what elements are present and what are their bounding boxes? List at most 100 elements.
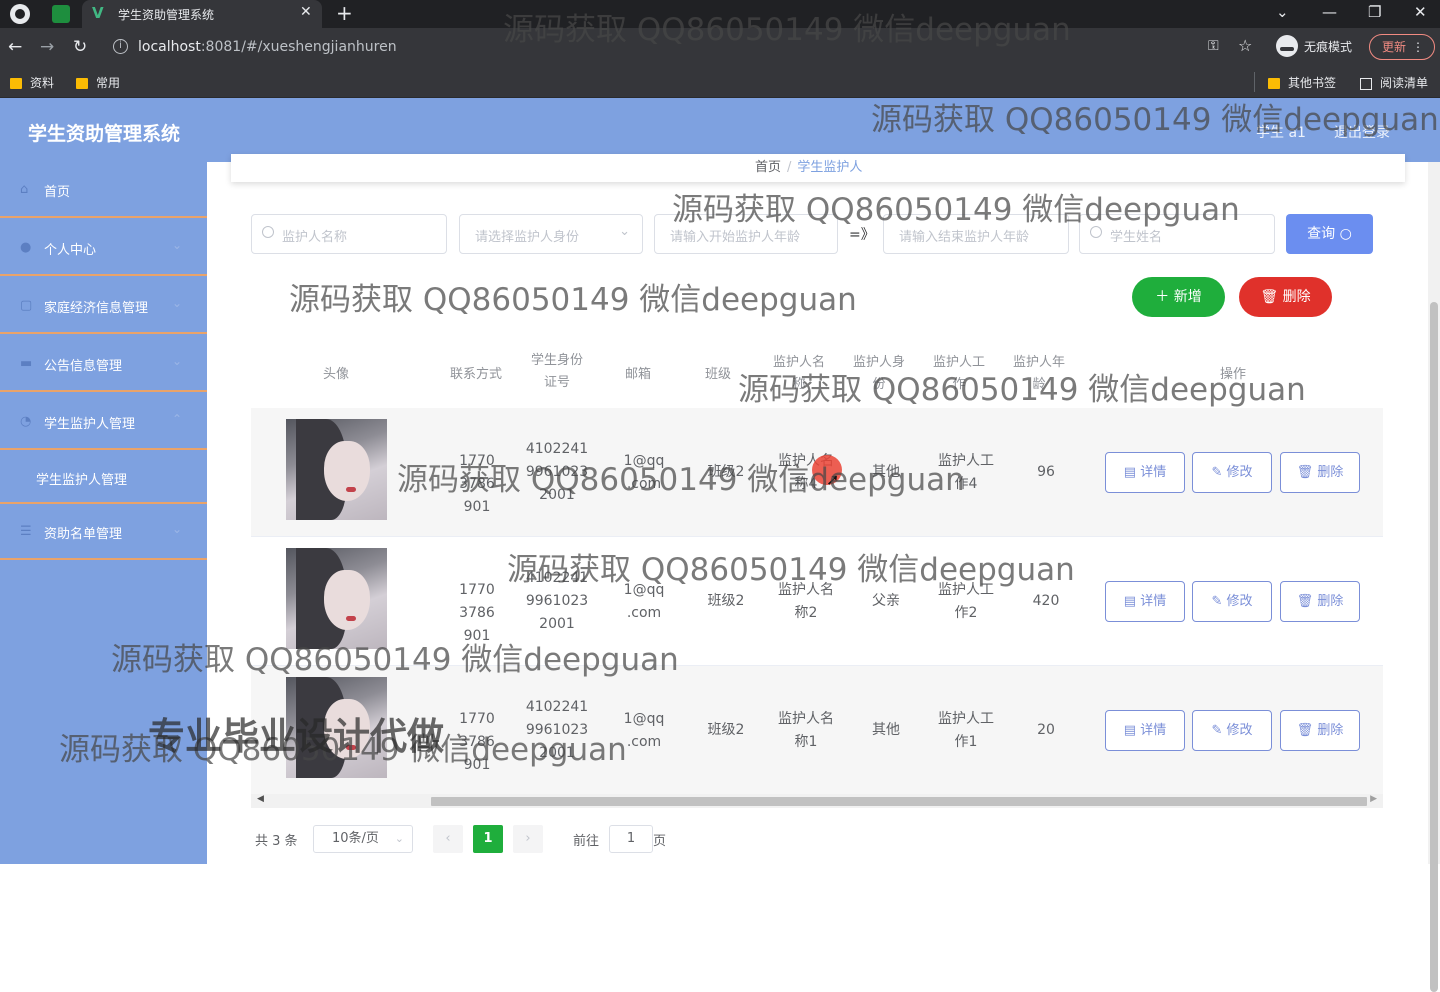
list-icon: ☰ — [20, 524, 32, 539]
add-button[interactable]: ＋ 新增 — [1132, 277, 1225, 317]
edit-button[interactable]: ✎ 修改 — [1192, 710, 1272, 751]
forward-icon[interactable]: → — [40, 37, 54, 57]
sidebar-subitem-guardians[interactable]: 学生监护人管理 — [0, 452, 207, 504]
cell-guardian-identity: 其他 — [872, 722, 900, 738]
chevron-down-icon: ⌄ — [619, 224, 630, 239]
browser-tab[interactable]: V 学生资助管理系统 ✕ — [82, 0, 322, 28]
restore-icon[interactable]: ❐ — [1368, 3, 1381, 21]
sidebar-item-profile[interactable]: ● 个人中心 ⌄ — [0, 220, 207, 276]
edit-button[interactable]: ✎ 修改 — [1192, 581, 1272, 622]
tab-close-icon[interactable]: ✕ — [300, 4, 312, 20]
user-icon: ● — [20, 240, 32, 255]
trash-icon: 🗑 — [1296, 594, 1314, 609]
browser-menu-icon[interactable] — [10, 4, 30, 24]
more-menu-icon[interactable]: ⋮ — [1412, 35, 1424, 59]
url-field[interactable]: localhost:8081/#/xueshengjianhuren — [138, 39, 397, 55]
watermark-stamp: 专业毕业设计代做 — [148, 715, 444, 758]
password-key-icon[interactable]: ⚿ — [1208, 38, 1219, 54]
scrollbar-thumb[interactable] — [431, 797, 1367, 806]
avatar — [286, 419, 387, 520]
minimize-icon[interactable]: — — [1322, 3, 1337, 21]
incognito-indicator[interactable]: 无痕模式 — [1276, 35, 1352, 59]
trash-icon: 🗑 — [1260, 289, 1279, 305]
breadcrumb-separator: / — [787, 160, 792, 175]
next-page-button[interactable]: › — [513, 825, 543, 853]
breadcrumb-current: 学生监护人 — [797, 160, 863, 175]
bookmark-folder-other[interactable]: 其他书签 — [1268, 74, 1336, 91]
reload-icon[interactable]: ↻ — [73, 37, 87, 57]
detail-button[interactable]: ▤ 详情 — [1105, 452, 1185, 493]
prev-page-button[interactable]: ‹ — [433, 825, 463, 853]
new-tab-icon[interactable]: + — [336, 1, 353, 25]
current-page-button[interactable]: 1 — [473, 825, 503, 853]
sidebar-item-home[interactable]: ⌂ 首页 — [0, 162, 207, 218]
cell-class: 班级2 — [707, 722, 745, 738]
cell-guardian-age: 20 — [1037, 722, 1055, 738]
folder-icon — [76, 78, 88, 89]
detail-button[interactable]: ▤ 详情 — [1105, 581, 1185, 622]
clock-icon: ◔ — [20, 414, 32, 429]
incognito-icon — [1276, 35, 1298, 57]
update-button[interactable]: 更新 ⋮ — [1369, 34, 1435, 60]
edit-button[interactable]: ✎ 修改 — [1192, 452, 1272, 493]
pencil-icon: ✎ — [1211, 723, 1223, 738]
col-header-email: 邮箱 — [624, 367, 651, 382]
briefcase-icon: ▬ — [20, 356, 33, 371]
watermark: 源码获取 QQ86050149 微信deepguan — [503, 12, 1071, 48]
guardian-name-input[interactable]: 监护人名称 — [251, 214, 447, 254]
sidebar-item-label: 公告信息管理 — [44, 359, 123, 374]
watermark: 源码获取 QQ86050149 微信deepguan — [871, 102, 1439, 138]
watermark: 源码获取 QQ86050149 微信deepguan — [738, 372, 1306, 408]
bookmark-star-icon[interactable]: ☆ — [1238, 36, 1252, 55]
trash-icon: 🗑 — [1296, 465, 1314, 480]
query-button[interactable]: 查询 ○ — [1286, 214, 1373, 254]
sidebar-item-family-economy[interactable]: ▢ 家庭经济信息管理 ⌄ — [0, 278, 207, 334]
watermark: 源码获取 QQ86050149 微信deepguan — [507, 552, 1075, 588]
sidebar-item-aid-list[interactable]: ☰ 资助名单管理 ⌄ — [0, 504, 207, 560]
document-icon: ▤ — [1123, 723, 1137, 738]
cell-guardian-age: 420 — [1032, 593, 1060, 609]
batch-delete-button[interactable]: 🗑 删除 — [1239, 277, 1332, 317]
app-shortcut-icon[interactable] — [52, 5, 70, 23]
bookmark-folder-changyong[interactable]: 常用 — [76, 74, 120, 91]
goto-page-input[interactable]: 1 — [609, 825, 653, 853]
goto-suffix: 页 — [653, 834, 667, 849]
delete-button[interactable]: 🗑 删除 — [1280, 581, 1360, 622]
sidebar-item-label: 家庭经济信息管理 — [44, 301, 149, 316]
delete-button[interactable]: 🗑 删除 — [1280, 710, 1360, 751]
table-horizontal-scrollbar[interactable]: ◀ ▶ — [251, 794, 1383, 808]
chevron-down-icon: ⌄ — [172, 354, 183, 368]
sidebar-item-guardians[interactable]: ◔ 学生监护人管理 ⌃ — [0, 394, 207, 450]
site-info-icon[interactable]: i — [113, 39, 128, 54]
page-size-select[interactable]: 10条/页 ⌄ — [313, 825, 413, 853]
trash-icon: 🗑 — [1296, 723, 1314, 738]
detail-button[interactable]: ▤ 详情 — [1105, 710, 1185, 751]
tab-search-icon[interactable]: ⌄ — [1276, 3, 1289, 21]
chevron-down-icon: ⌄ — [172, 522, 183, 536]
guardian-identity-select[interactable]: 请选择监护人身份 ⌄ — [459, 214, 643, 254]
breadcrumb-home[interactable]: 首页 — [755, 160, 781, 175]
reading-list[interactable]: 阅读清单 — [1360, 74, 1428, 91]
folder-icon — [10, 78, 22, 89]
watermark: 源码获取 QQ86050149 微信deepguan — [397, 462, 965, 498]
back-icon[interactable]: ← — [8, 37, 22, 57]
app-title: 学生资助管理系统 — [28, 123, 181, 145]
cell-guardian-identity: 父亲 — [872, 593, 900, 609]
scrollbar-thumb[interactable] — [1430, 302, 1438, 992]
bookmark-folder-ziliao[interactable]: 资料 — [10, 74, 54, 91]
sidebar-item-announcements[interactable]: ▬ 公告信息管理 ⌄ — [0, 336, 207, 392]
sidebar-item-label: 首页 — [44, 185, 71, 200]
page-vertical-scrollbar[interactable] — [1428, 162, 1440, 992]
chevron-down-icon: ⌄ — [394, 832, 404, 845]
chevron-down-icon: ⌄ — [172, 296, 183, 310]
watermark: 源码获取 QQ86050149 微信deepguan — [289, 282, 857, 318]
delete-button[interactable]: 🗑 删除 — [1280, 452, 1360, 493]
document-icon: ▢ — [20, 298, 33, 313]
scroll-right-icon[interactable]: ▶ — [1370, 794, 1377, 804]
sidebar-item-label: 个人中心 — [44, 243, 97, 258]
close-window-icon[interactable]: ✕ — [1414, 3, 1427, 21]
plus-icon: ＋ — [1155, 289, 1170, 305]
pencil-icon: ✎ — [1211, 594, 1223, 609]
watermark: 源码获取 QQ86050149 微信deepguan — [111, 642, 679, 678]
scroll-left-icon[interactable]: ◀ — [257, 794, 264, 804]
